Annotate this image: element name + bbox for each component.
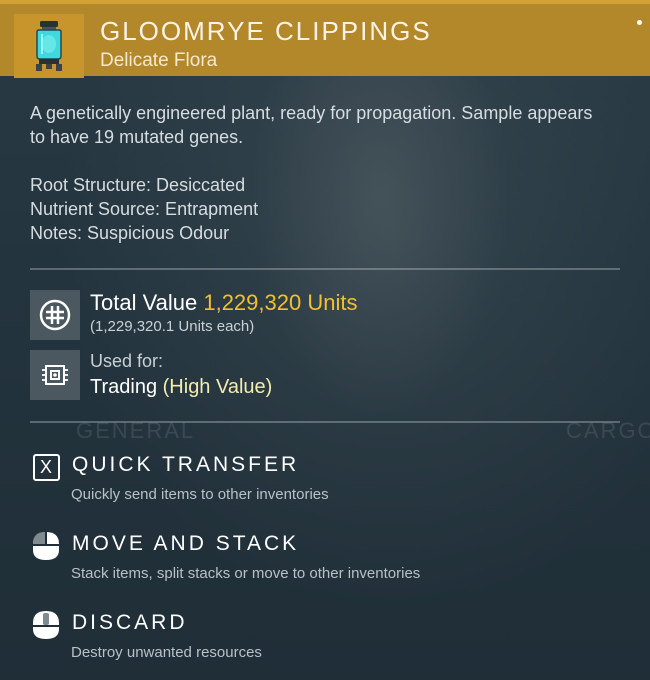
item-description: A genetically engineered plant, ready fo… xyxy=(30,103,593,147)
units-currency-icon xyxy=(30,290,80,340)
item-category: Delicate Flora xyxy=(100,50,218,71)
property-notes: Notes: Suspicious Odour xyxy=(30,223,230,243)
discard-title: DISCARD xyxy=(72,611,188,634)
quick-transfer-desc: Quickly send items to other inventories xyxy=(71,486,329,503)
divider-top xyxy=(30,268,620,270)
item-title: GLOOMRYE CLIPPINGS xyxy=(100,16,432,46)
key-x-label: X xyxy=(32,453,60,481)
property-nutrient-source: Nutrient Source: Entrapment xyxy=(30,199,259,219)
trade-chip-icon xyxy=(30,350,80,400)
quick-transfer-title: QUICK TRANSFER xyxy=(72,453,300,476)
item-header: GLOOMRYE CLIPPINGS Delicate Flora xyxy=(0,0,650,78)
divider-bottom xyxy=(30,421,620,423)
quick-transfer-action[interactable]: X QUICK TRANSFER Quickly send items to o… xyxy=(30,451,620,513)
total-value-label: Total Value xyxy=(90,290,198,315)
discard-action[interactable]: DISCARD Destroy unwanted resources xyxy=(30,609,620,671)
used-for-value: Trading (High Value) xyxy=(90,376,272,399)
used-for-label: Used for: xyxy=(90,351,164,371)
glass-specimen-jar-icon xyxy=(14,14,84,78)
move-and-stack-title: MOVE AND STACK xyxy=(72,532,300,555)
keyboard-x-icon: X xyxy=(30,451,62,483)
move-and-stack-desc: Stack items, split stacks or move to oth… xyxy=(71,565,421,582)
background-machine xyxy=(250,40,510,420)
property-root-structure: Root Structure: Desiccated xyxy=(30,175,246,195)
mouse-left-click-icon xyxy=(30,530,62,562)
mouse-middle-click-icon xyxy=(30,609,62,641)
used-for-qualifier: (High Value) xyxy=(162,376,273,398)
corner-dot-icon xyxy=(637,20,642,25)
used-for-use: Trading xyxy=(90,376,158,398)
discard-desc: Destroy unwanted resources xyxy=(71,644,262,661)
total-value: Total Value 1,229,320 Units xyxy=(90,290,357,316)
total-value-amount: 1,229,320 Units xyxy=(203,290,358,315)
item-properties: Root Structure: Desiccated Nutrient Sour… xyxy=(30,173,258,245)
unit-value-each: (1,229,320.1 Units each) xyxy=(90,318,255,335)
move-and-stack-action[interactable]: MOVE AND STACK Stack items, split stacks… xyxy=(30,530,620,592)
